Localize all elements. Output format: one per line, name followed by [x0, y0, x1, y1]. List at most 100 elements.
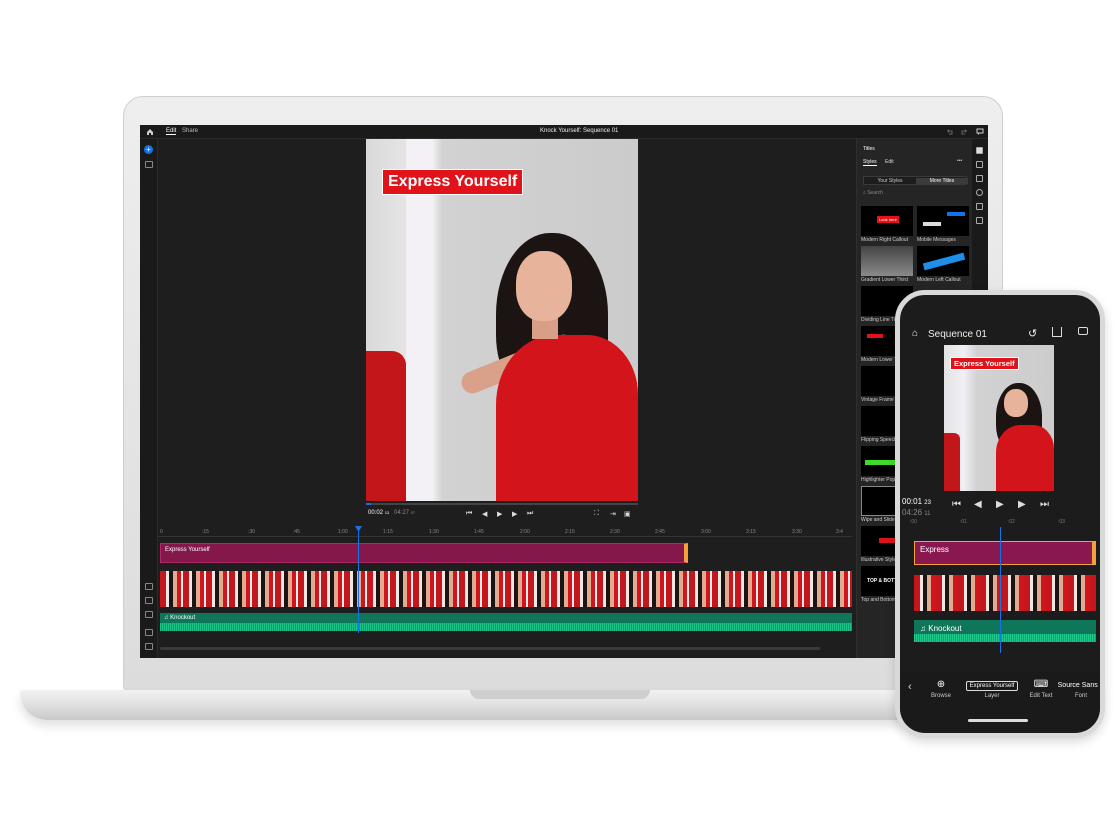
- speed-tool-icon[interactable]: [976, 189, 983, 196]
- more-titles-button[interactable]: More Titles: [916, 178, 968, 184]
- person-face: [1004, 389, 1028, 417]
- ruler-tick: 1:15: [383, 529, 393, 535]
- thumb-label: Modern Left Callout: [917, 277, 961, 283]
- transport-bar: 00:02 13 04:27 07 ⏮ ◀︎ ▶ ▶︎ ⏭ ⛶ ⇥ ▣: [366, 501, 638, 521]
- undo-icon[interactable]: [946, 128, 954, 136]
- browse-button[interactable]: ⊕ Browse: [926, 679, 956, 699]
- more-icon[interactable]: •••: [957, 158, 962, 164]
- scrub-bar[interactable]: [366, 503, 638, 505]
- copy-icon[interactable]: [145, 597, 153, 604]
- title-template-thumb[interactable]: [917, 206, 969, 236]
- fit-icon[interactable]: ⛶: [594, 510, 599, 518]
- play-icon[interactable]: ▶: [497, 510, 502, 518]
- duration-timecode: 04:26 11: [902, 508, 931, 517]
- export-frame-icon[interactable]: ⇥: [610, 510, 616, 518]
- delete-icon[interactable]: [145, 611, 153, 618]
- video-clip-filmstrip[interactable]: [160, 571, 852, 607]
- tab-share[interactable]: Share: [182, 128, 198, 134]
- tab-edit[interactable]: Edit: [166, 128, 177, 135]
- ruler-tick: :01: [960, 519, 967, 525]
- person-face: [516, 251, 572, 321]
- export-icon[interactable]: [1052, 327, 1062, 337]
- panel-search[interactable]: ⌕ Search: [863, 190, 883, 196]
- comment-icon[interactable]: [976, 128, 984, 136]
- undo-icon[interactable]: ↺: [1028, 327, 1037, 340]
- video-frame[interactable]: Express Yourself: [366, 139, 638, 501]
- edit-text-button[interactable]: ⌨ Edit Text: [1024, 679, 1058, 699]
- phone-timeline-ruler[interactable]: :00 :01 :02 :03: [910, 519, 1100, 527]
- play-icon[interactable]: ▶: [996, 499, 1004, 510]
- ruler-tick: :00: [910, 519, 917, 525]
- person-shirt: [496, 335, 638, 501]
- scrub-progress: [366, 503, 372, 505]
- bubble-shape: [947, 212, 965, 216]
- timeline-ruler[interactable]: 0 :15 :30 :45 1:00 1:15 1:30 1:45 2:00 2…: [158, 527, 852, 537]
- home-icon[interactable]: ⌂: [912, 328, 918, 339]
- cut-icon[interactable]: [145, 583, 153, 590]
- duration-timecode-frames: 07: [410, 510, 416, 515]
- step-forward-icon[interactable]: ▶︎: [512, 510, 517, 518]
- step-forward-icon[interactable]: ▶︎: [1018, 499, 1026, 510]
- audio-clip[interactable]: ♫ Knockout: [160, 613, 852, 631]
- audio-clip-label: Knockout: [928, 624, 962, 633]
- playhead[interactable]: [1000, 527, 1001, 653]
- edit-text-label: Edit Text: [1029, 693, 1053, 699]
- title-overlay[interactable]: Express Yourself: [950, 357, 1019, 370]
- ruler-tick: 2:30: [610, 529, 620, 535]
- title-overlay[interactable]: Express Yourself: [382, 169, 524, 195]
- font-label: Font: [1074, 693, 1087, 699]
- effects-tool-icon[interactable]: [976, 175, 983, 182]
- skip-start-icon[interactable]: ⏮: [952, 499, 961, 510]
- title-clip[interactable]: Express Yourself: [160, 543, 688, 563]
- redo-icon[interactable]: [960, 128, 968, 136]
- skip-end-icon[interactable]: ⏭: [527, 510, 533, 518]
- step-back-icon[interactable]: ◀︎: [482, 510, 487, 518]
- thumb-text: Look here: [877, 216, 899, 223]
- fullscreen-icon[interactable]: ▣: [624, 510, 631, 518]
- ruler-tick: 2:45: [655, 529, 665, 535]
- music-note-icon: ♫: [920, 624, 929, 633]
- ruler-tick: 2:00: [520, 529, 530, 535]
- add-media-button[interactable]: +: [144, 145, 153, 154]
- current-timecode-value: 00:01: [902, 497, 923, 506]
- ruler-tick: 3:4: [836, 529, 843, 535]
- audio-clip[interactable]: ♫ Knockout: [914, 620, 1096, 642]
- top-bar: Edit Share Knock Yourself: Sequence 01: [140, 125, 988, 139]
- phone-video-frame[interactable]: Express Yourself: [944, 345, 1054, 491]
- ruler-tick: 2:15: [565, 529, 575, 535]
- back-chevron-icon[interactable]: ‹: [908, 681, 912, 693]
- playhead[interactable]: [358, 527, 359, 633]
- levels-icon[interactable]: [145, 643, 153, 650]
- ruler-tick: 1:30: [429, 529, 439, 535]
- layer-button[interactable]: Express Yourself Layer: [962, 679, 1022, 699]
- ruler-tick: 3:30: [792, 529, 802, 535]
- thumb-label: Modern Right Callout: [861, 237, 908, 243]
- title-template-thumb[interactable]: Look here: [861, 206, 913, 236]
- track-settings-icon[interactable]: [145, 629, 153, 636]
- font-button[interactable]: Source Sans P Font: [1056, 679, 1100, 699]
- phone: ⌂ Sequence 01 ↺ Express Yourself 00:01 2…: [895, 290, 1105, 738]
- audio-tool-icon[interactable]: [976, 203, 983, 210]
- color-tool-icon[interactable]: [976, 161, 983, 168]
- comment-icon[interactable]: [1078, 327, 1088, 335]
- styles-segment: Your Styles More Titles: [863, 176, 968, 185]
- tab-styles[interactable]: Styles: [863, 159, 877, 166]
- your-styles-button[interactable]: Your Styles: [864, 178, 916, 184]
- step-back-icon[interactable]: ◀︎: [974, 499, 982, 510]
- ruler-tick: :45: [293, 529, 300, 535]
- timeline-scrollbar[interactable]: [160, 647, 820, 650]
- figure-left-red: [366, 351, 406, 501]
- title-template-thumb[interactable]: [861, 246, 913, 276]
- person-shirt: [996, 425, 1054, 491]
- video-clip-filmstrip[interactable]: [914, 575, 1096, 611]
- skip-start-icon[interactable]: ⏮: [466, 510, 472, 518]
- titles-tool-icon[interactable]: [976, 147, 983, 154]
- laptop-notch: [470, 690, 650, 699]
- skip-end-icon[interactable]: ⏭: [1040, 499, 1049, 510]
- crop-tool-icon[interactable]: [976, 217, 983, 224]
- title-clip[interactable]: Express: [914, 541, 1096, 565]
- media-icon[interactable]: [145, 161, 153, 168]
- title-template-thumb[interactable]: [917, 246, 969, 276]
- tab-panel-edit[interactable]: Edit: [885, 159, 894, 165]
- home-icon[interactable]: [146, 128, 154, 136]
